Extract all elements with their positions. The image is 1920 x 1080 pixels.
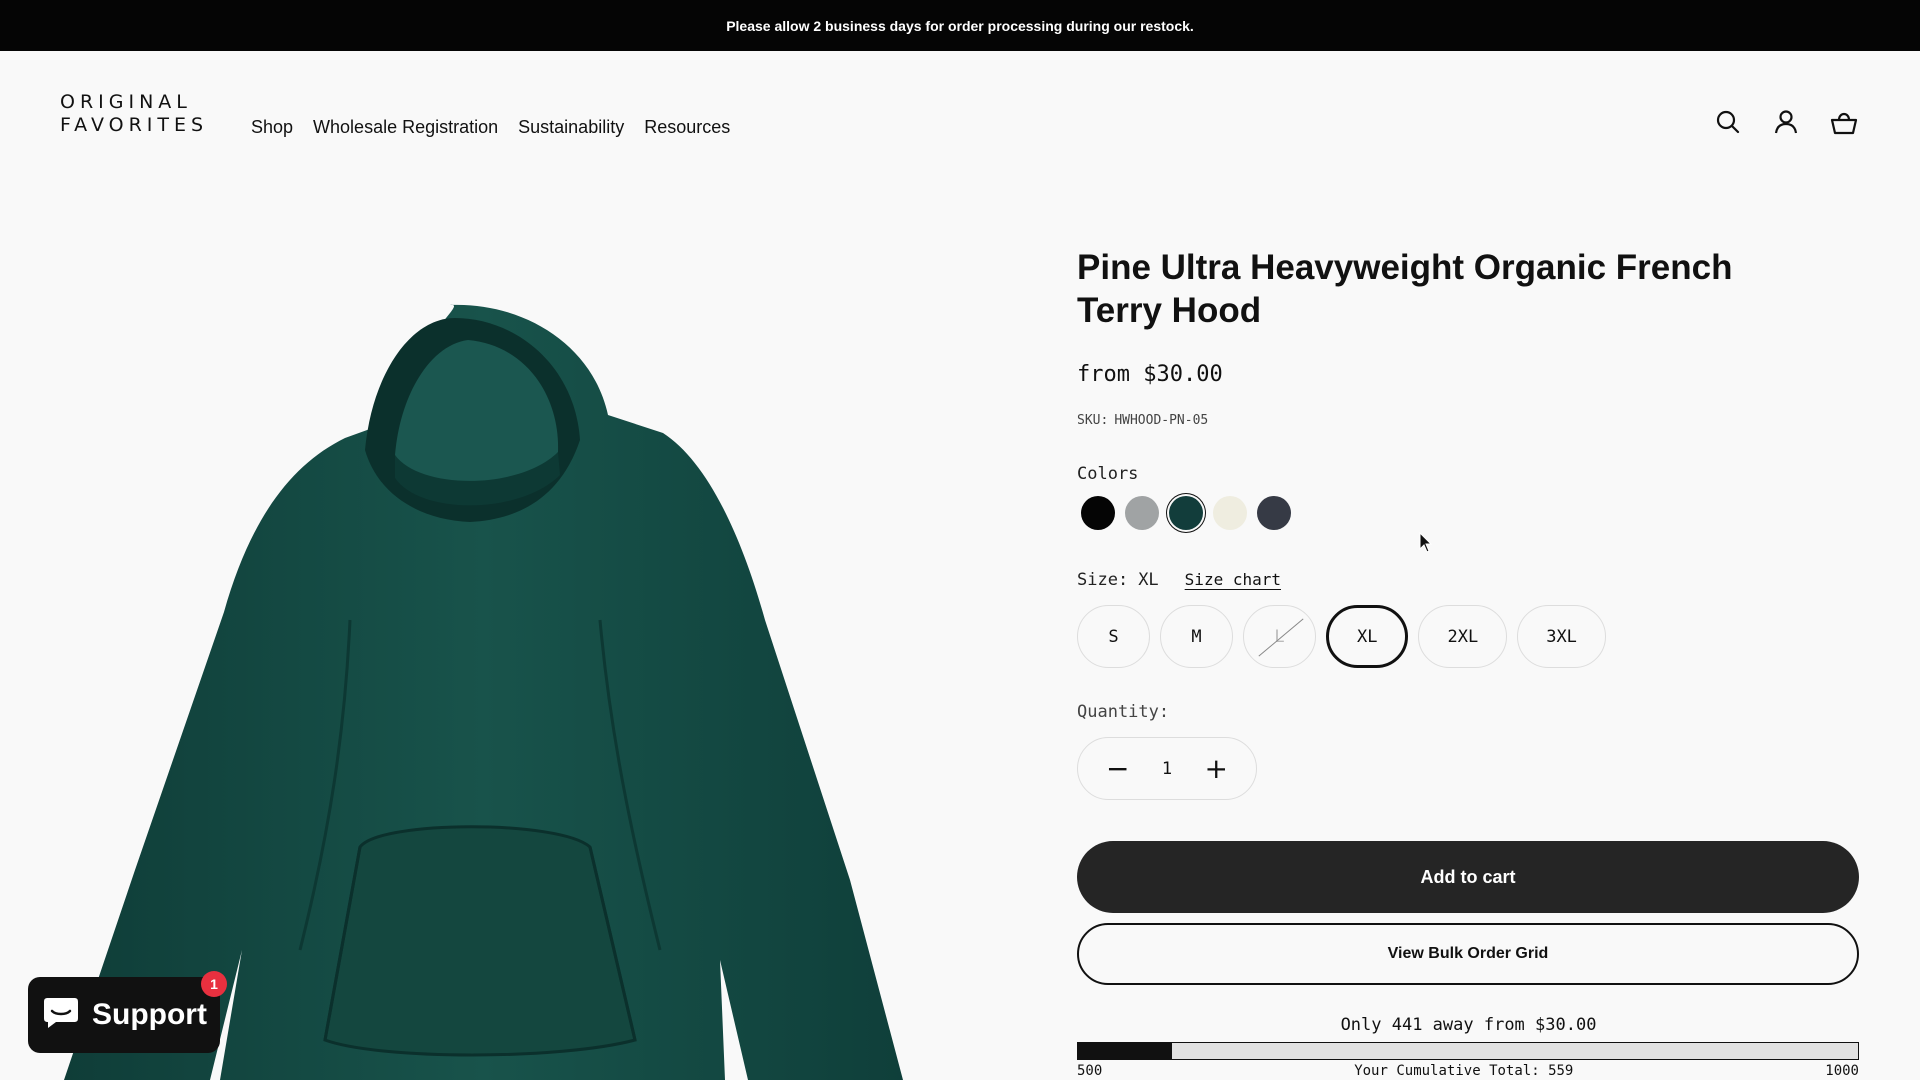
size-chart-link[interactable]: Size chart [1185,570,1281,589]
nav-sustainability[interactable]: Sustainability [518,117,624,138]
cart-icon[interactable] [1827,105,1860,138]
mouse-cursor-icon [1419,531,1433,559]
size-option-l[interactable]: L [1243,605,1316,668]
color-swatch-charcoal[interactable] [1257,496,1291,530]
announcement-bar: Please allow 2 business days for order p… [0,0,1920,51]
size-option-2xl[interactable]: 2XL [1418,605,1508,668]
progress-max-label: 1000 [1825,1063,1859,1079]
color-swatch-heather-grey[interactable] [1125,496,1159,530]
size-option-3xl[interactable]: 3XL [1517,605,1606,668]
product-sku: SKU: HWHOOD-PN-05 [1077,413,1860,428]
header-actions [1711,105,1860,138]
support-chat-button[interactable]: Support 1 [28,971,227,1053]
quantity-input[interactable]: 1 [1162,759,1172,779]
colors-label: Colors [1077,464,1139,484]
color-swatch-pine[interactable] [1169,496,1203,530]
logo-line-1: ORIGINAL [60,91,192,113]
size-option-s[interactable]: S [1077,605,1150,668]
quantity-stepper: − 1 + [1077,737,1257,800]
support-label: Support [92,998,207,1031]
size-row: Size: XL Size chart [1077,570,1860,590]
view-bulk-order-grid-button[interactable]: View Bulk Order Grid [1077,923,1859,985]
product-price: from $30.00 [1077,362,1223,387]
size-options: S M L XL 2XL 3XL [1077,605,1860,668]
main-nav: Shop Wholesale Registration Sustainabili… [251,117,730,138]
size-option-m[interactable]: M [1160,605,1233,668]
quantity-label: Quantity: [1077,702,1170,722]
search-icon[interactable] [1711,105,1744,138]
nav-resources[interactable]: Resources [644,117,730,138]
announcement-text: Please allow 2 business days for order p… [726,17,1194,34]
progress-labels: 500 Your Cumulative Total: 559 1000 [1077,1063,1859,1079]
product-image[interactable] [0,190,1040,1080]
size-selected-value: XL [1138,570,1159,590]
nav-wholesale-registration[interactable]: Wholesale Registration [313,117,498,138]
size-option-xl[interactable]: XL [1326,605,1409,668]
increase-quantity-button[interactable]: + [1205,754,1228,783]
sku-label: SKU: [1077,413,1109,428]
progress-fill [1078,1043,1172,1059]
brand-logo[interactable]: ORIGINAL FAVORITES [60,91,208,137]
add-to-cart-button[interactable]: Add to cart [1077,841,1859,913]
size-label: Size: [1077,570,1129,590]
decrease-quantity-button[interactable]: − [1106,754,1129,783]
site-header: ORIGINAL FAVORITES Shop Wholesale Regist… [0,51,1920,190]
logo-line-2: FAVORITES [60,114,209,136]
color-swatches [1077,496,1860,530]
nav-shop[interactable]: Shop [251,117,293,138]
cumulative-progress-bar [1077,1042,1859,1060]
color-swatch-black[interactable] [1081,496,1115,530]
progress-total-label: Your Cumulative Total: 559 [1354,1063,1574,1079]
threshold-message: Only 441 away from $30.00 [1340,1015,1597,1035]
product-info: Pine Ultra Heavyweight Organic French Te… [1077,246,1860,1079]
account-icon[interactable] [1769,105,1802,138]
sku-value: HWHOOD-PN-05 [1114,413,1209,428]
product-title: Pine Ultra Heavyweight Organic French Te… [1077,248,1733,330]
hoodie-illustration [64,304,903,1080]
color-swatch-cream[interactable] [1213,496,1247,530]
chat-bubble-icon [42,996,80,1035]
progress-min-label: 500 [1077,1063,1103,1079]
notification-badge: 1 [201,971,227,997]
